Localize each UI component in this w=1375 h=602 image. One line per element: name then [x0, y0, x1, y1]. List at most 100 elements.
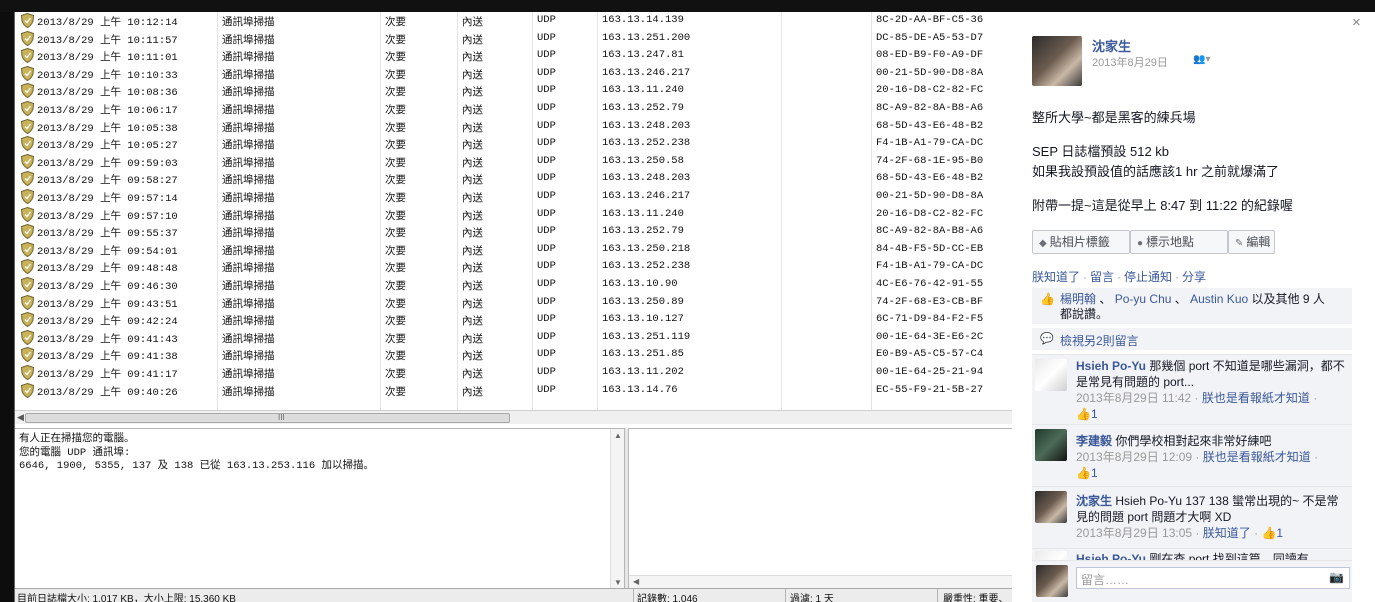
log-row[interactable]: 2013/8/29 上午 10:05:27 通訊埠掃描 次要 內送 UDP 163.13.… [15, 135, 1013, 153]
add-location-button[interactable]: ● 標示地點 [1130, 230, 1228, 254]
scroll-up-arrow-icon[interactable]: ▲ [614, 431, 622, 440]
log-cell-direction: 內送 [462, 245, 483, 258]
post-author-name[interactable]: 沈家生 [1092, 36, 1131, 55]
log-row[interactable]: 2013/8/29 上午 09:42:24 通訊埠掃描 次要 內送 UDP 163.13.… [15, 311, 1013, 329]
log-row[interactable]: 2013/8/29 上午 09:46:30 通訊埠掃描 次要 內送 UDP 163.13.… [15, 276, 1013, 294]
detail-vertical-scrollbar[interactable]: ▲ ▼ [610, 429, 624, 589]
comment-input[interactable]: 留言…… 📷 [1076, 567, 1350, 589]
comment-author[interactable]: 沈家生 [1076, 494, 1112, 508]
log-row[interactable]: 2013/8/29 上午 10:11:57 通訊埠掃描 次要 內送 UDP 163.13.… [15, 30, 1013, 48]
log-cell-event: 通訊埠掃描 [222, 105, 275, 117]
comment-likes[interactable]: 1 [1276, 526, 1283, 540]
comment-author[interactable]: Hsieh Po-Yu [1076, 552, 1146, 560]
comment-like-count[interactable]: 👍1 [1076, 406, 1348, 422]
log-cell-direction: 內送 [462, 175, 483, 188]
log-row[interactable]: 2013/8/29 上午 09:41:43 通訊埠掃描 次要 內送 UDP 163.13.… [15, 329, 1013, 347]
security-log-window: 2013/8/29 上午 10:12:14 通訊埠掃描 次要 內送 UDP 163.13.… [14, 12, 1013, 602]
log-row[interactable]: 2013/8/29 上午 09:57:14 通訊埠掃描 次要 內送 UDP 163.13.… [15, 188, 1013, 206]
log-cell-direction: 內送 [462, 105, 483, 117]
log-cell-ip: 163.13.14.139 [602, 14, 684, 26]
edit-label: 編輯 [1246, 235, 1271, 249]
stop-notifications-link[interactable]: 停止通知 [1124, 270, 1172, 284]
log-row[interactable]: 2013/8/29 上午 09:57:10 通訊埠掃描 次要 內送 UDP 163.13.… [15, 206, 1013, 224]
comment-author[interactable]: Hsieh Po-Yu [1076, 359, 1146, 373]
post-text-line: 如果我設預設值的話應該1 hr 之前就爆滿了 [1032, 164, 1280, 179]
log-row[interactable]: 2013/8/29 上午 10:05:38 通訊埠掃描 次要 內送 UDP 163.13.… [15, 118, 1013, 136]
camera-icon[interactable]: 📷 [1329, 570, 1344, 584]
shield-icon [21, 171, 34, 187]
shield-icon [21, 329, 34, 345]
log-row[interactable]: 2013/8/29 上午 10:06:17 通訊埠掃描 次要 內送 UDP 163.13.… [15, 100, 1013, 118]
tag-photo-button[interactable]: ◆ 貼相片標籤 [1032, 230, 1130, 254]
log-row[interactable]: 2013/8/29 上午 10:10:33 通訊埠掃描 次要 內送 UDP 163.13.… [15, 65, 1013, 83]
status-severity: 嚴重性: 重要、 [943, 594, 1009, 602]
commenter-avatar[interactable] [1035, 491, 1067, 523]
status-bar: 目前日誌檔大小: 1,017 KB，大小上限: 15,360 KB 記錄數: 1… [15, 588, 1013, 602]
view-more-comments-label[interactable]: 檢視另2則留言 [1060, 334, 1139, 348]
log-row[interactable]: 2013/8/29 上午 09:55:37 通訊埠掃描 次要 內送 UDP 163.13.… [15, 223, 1013, 241]
log-row[interactable]: 2013/8/29 上午 09:43:51 通訊埠掃描 次要 內送 UDP 163.13.… [15, 294, 1013, 312]
post-date[interactable]: 2013年8月29日 [1092, 54, 1168, 70]
horizontal-scrollbar[interactable]: ◀ III [15, 410, 1013, 424]
log-row[interactable]: 2013/8/29 上午 09:54:01 通訊埠掃描 次要 內送 UDP 163.13.… [15, 241, 1013, 259]
shield-icon [21, 294, 34, 310]
scroll-left-arrow-icon[interactable]: ◀ [633, 577, 639, 586]
scroll-left-arrow-icon[interactable]: ◀ [17, 412, 24, 423]
comment-like-count[interactable]: 👍1 [1076, 465, 1348, 481]
comment-like-link[interactable]: 朕知道了 [1203, 526, 1251, 540]
log-row[interactable]: 2013/8/29 上午 09:41:17 通訊埠掃描 次要 內送 UDP 163.13.… [15, 364, 1013, 382]
comment-like-link[interactable]: 朕也是看報紙才知道 [1202, 391, 1310, 405]
shield-icon [21, 30, 34, 46]
log-cell-severity: 次要 [385, 369, 406, 381]
log-cell-severity: 次要 [385, 175, 406, 188]
facebook-photo-panel: × 沈家生 2013年8月29日 👥▾ 整所大學~都是黑客的練兵場 SEP 日誌… [1012, 12, 1375, 602]
liker-name[interactable]: Austin Kuo [1190, 292, 1248, 306]
log-row[interactable]: 2013/8/29 上午 10:12:14 通訊埠掃描 次要 內送 UDP 163.13.… [15, 12, 1013, 30]
liker-name[interactable]: 楊明翰 [1060, 292, 1096, 306]
shield-icon [21, 259, 34, 275]
log-row[interactable]: 2013/8/29 上午 09:41:38 通訊埠掃描 次要 內送 UDP 163.13.… [15, 346, 1013, 364]
comment-time[interactable]: 2013年8月29日 12:09 [1076, 450, 1192, 464]
edit-button[interactable]: ✎ 編輯 [1228, 230, 1275, 254]
log-cell-ip: 163.13.251.85 [602, 348, 684, 361]
shield-icon [21, 136, 34, 152]
log-row[interactable]: 2013/8/29 上午 10:11:01 通訊埠掃描 次要 內送 UDP 163.13.… [15, 47, 1013, 65]
log-row[interactable]: 2013/8/29 上午 09:40:26 通訊埠掃描 次要 內送 UDP 163.13.… [15, 382, 1013, 400]
log-cell-date: 2013/8/29 上午 09:55:37 [37, 228, 178, 241]
comment-time[interactable]: 2013年8月29日 11:42 [1076, 391, 1191, 405]
likes-others[interactable]: 以及其他 9 人 [1252, 292, 1325, 306]
comment-time[interactable]: 2013年8月29日 13:05 [1076, 526, 1192, 540]
log-cell-event: 通訊埠掃描 [222, 369, 275, 381]
commenter-avatar[interactable] [1035, 359, 1067, 391]
comment-author[interactable]: 李建毅 [1076, 434, 1112, 448]
log-cell-protocol: UDP [537, 119, 556, 132]
scroll-down-arrow-icon[interactable]: ▼ [614, 578, 622, 587]
comment-link[interactable]: 留言 [1090, 270, 1114, 284]
commenter-avatar[interactable] [1035, 551, 1067, 560]
log-row[interactable]: 2013/8/29 上午 09:59:03 通訊埠掃描 次要 內送 UDP 163.13.… [15, 153, 1013, 171]
log-cell-event: 通訊埠掃描 [222, 34, 275, 47]
comment-like-link[interactable]: 朕也是看報紙才知道 [1203, 450, 1311, 464]
liker-name[interactable]: Po-yu Chu [1115, 292, 1172, 306]
view-more-comments[interactable]: 💬 檢視另2則留言 [1032, 328, 1352, 350]
log-cell-date: 2013/8/29 上午 10:10:33 [37, 69, 178, 82]
audience-friends-icon[interactable]: 👥▾ [1193, 54, 1210, 65]
log-cell-protocol: UDP [537, 66, 556, 79]
comment-item: Hsieh Po-Yu 剛在查 port 找到這篇，同讀有 [1032, 548, 1352, 560]
log-row[interactable]: 2013/8/29 上午 09:48:48 通訊埠掃描 次要 內送 UDP 163.13.… [15, 258, 1013, 276]
like-link[interactable]: 朕知道了 [1032, 270, 1080, 284]
log-cell-mac: F4-1B-A1-79-CA-DC [876, 137, 984, 150]
secondary-horizontal-scrollbar[interactable]: ◀ [629, 575, 1013, 588]
tag-photo-label: 貼相片標籤 [1049, 235, 1110, 249]
log-row[interactable]: 2013/8/29 上午 09:58:27 通訊埠掃描 次要 內送 UDP 163.13.… [15, 170, 1013, 188]
shield-icon [21, 347, 34, 363]
author-avatar[interactable] [1032, 36, 1082, 86]
commenter-avatar[interactable] [1035, 429, 1067, 461]
share-link[interactable]: 分享 [1182, 270, 1206, 284]
close-icon[interactable]: × [1352, 14, 1361, 31]
liker-separator: 、 [1174, 292, 1187, 306]
log-cell-event: 通訊埠掃描 [222, 333, 275, 346]
log-cell-direction: 內送 [462, 281, 483, 293]
scrollbar-thumb[interactable]: III [25, 413, 510, 423]
log-row[interactable]: 2013/8/29 上午 10:08:36 通訊埠掃描 次要 內送 UDP 163.13.… [15, 82, 1013, 100]
